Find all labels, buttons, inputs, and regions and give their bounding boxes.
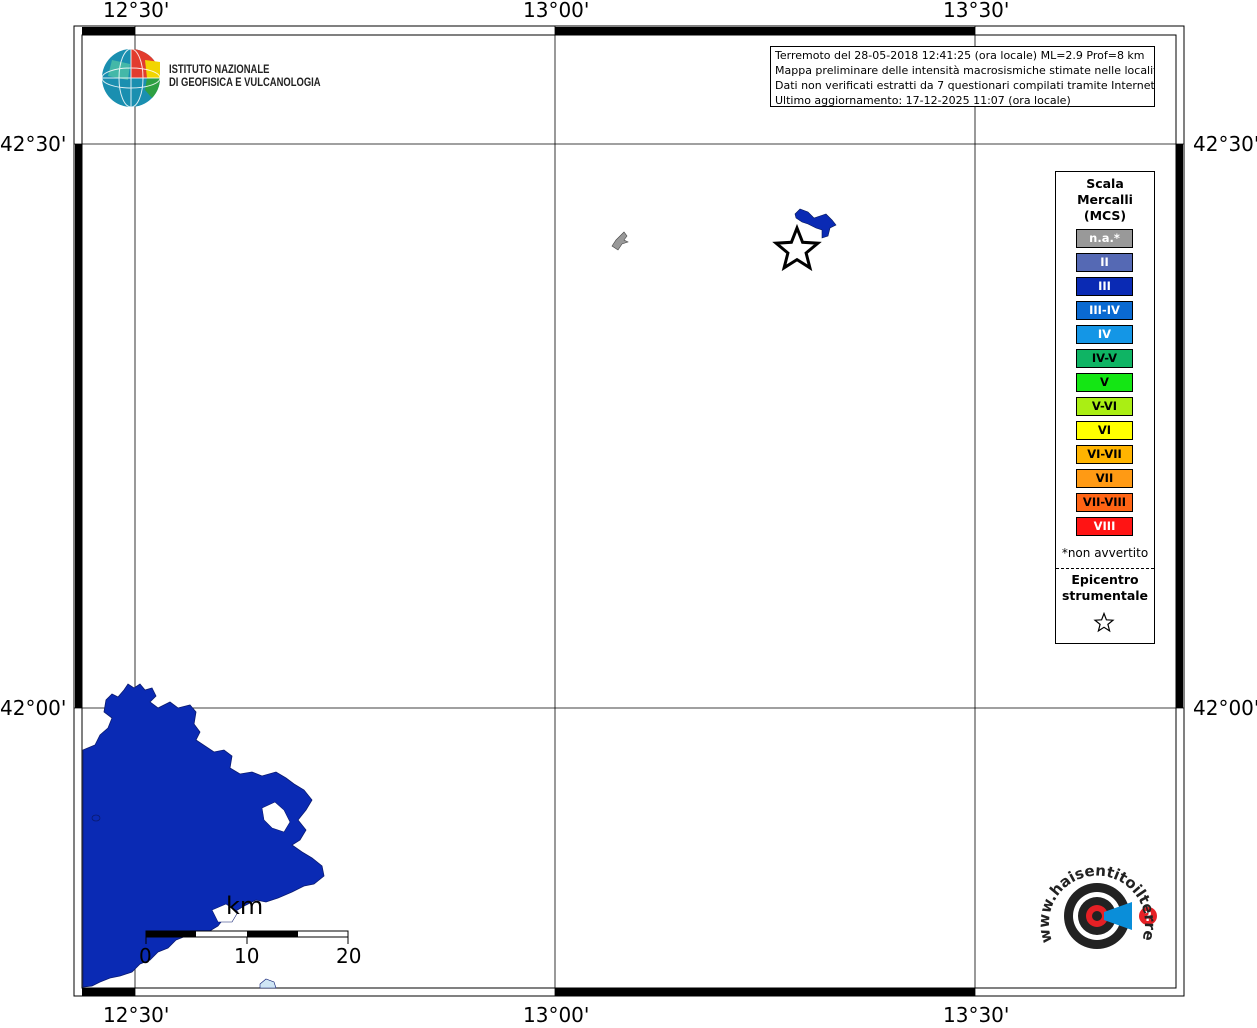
legend-item: V-VI: [1076, 397, 1133, 416]
scale-tick-label: 20: [336, 944, 362, 968]
legend-note: *non avvertito: [1061, 546, 1149, 560]
longitude-label-top: 12°30': [103, 0, 170, 22]
legend-item: VII: [1076, 469, 1133, 488]
frame-bar: [75, 144, 82, 708]
legend-title-line: (MCS): [1083, 208, 1127, 223]
longitude-label-bottom: 13°00': [523, 1003, 590, 1027]
ingv-logo-text: ISTITUTO NAZIONALE DI GEOFISICA E VULCAN…: [169, 64, 321, 90]
legend-title: Scala Mercalli (MCS): [1056, 176, 1154, 224]
latitude-label-left: 42°30': [0, 132, 67, 156]
event-info-line: Terremoto del 28-05-2018 12:41:25 (ora l…: [775, 49, 1145, 62]
scale-tick-label: 0: [139, 944, 152, 968]
frame-bar: [82, 988, 135, 996]
ingv-logo-line: DI GEOFISICA E VULCANOLOGIA: [169, 77, 321, 89]
event-info-line: Dati non verificati estratti da 7 questi…: [775, 79, 1155, 92]
latitude-label-right: 42°30': [1193, 132, 1257, 156]
frame-bar: [82, 27, 135, 35]
legend-title-line: Scala: [1086, 176, 1124, 191]
longitude-label-top: 13°30': [943, 0, 1010, 22]
legend-separator: [1056, 568, 1154, 569]
legend-item: n.a.*: [1076, 229, 1133, 248]
event-info-line: Mappa preliminare delle intensità macros…: [775, 64, 1155, 77]
longitude-label-bottom: 12°30': [103, 1003, 170, 1027]
legend-item: III: [1076, 277, 1133, 296]
legend-item: VII-VIII: [1076, 493, 1133, 512]
legend-item: VIII: [1076, 517, 1133, 536]
scale-tick-label: 10: [234, 944, 260, 968]
frame-bar: [1176, 144, 1183, 708]
scale-unit-label: km: [226, 892, 264, 920]
legend-item: III-IV: [1076, 301, 1133, 320]
legend-epicenter-line: strumentale: [1061, 588, 1149, 603]
legend-item: V: [1076, 373, 1133, 392]
frame-bar: [555, 988, 975, 996]
legend-title-line: Mercalli: [1077, 192, 1133, 207]
event-info-box: Terremoto del 28-05-2018 12:41:25 (ora l…: [770, 46, 1155, 107]
legend-star-icon: [1093, 612, 1115, 633]
longitude-label-bottom: 13°30': [943, 1003, 1010, 1027]
event-info-line: Ultimo aggiornamento: 17-12-2025 11:07 (…: [775, 94, 1071, 107]
mcs-legend: Scala Mercalli (MCS) n.a.* II III III-IV IV I…: [1055, 171, 1155, 644]
legend-item: IV: [1076, 325, 1133, 344]
latitude-label-left: 42°00': [0, 696, 67, 720]
ingv-globe-icon: [101, 48, 161, 108]
frame-bar: [555, 27, 975, 35]
longitude-label-top: 13°00': [523, 0, 590, 22]
ingv-logo-line: ISTITUTO NAZIONALE: [169, 64, 270, 76]
legend-epicenter-line: Epicentro: [1071, 572, 1139, 587]
legend-item: VI-VII: [1076, 445, 1133, 464]
latitude-label-right: 42°00': [1193, 696, 1257, 720]
legend-item: IV-V: [1076, 349, 1133, 368]
legend-epicenter-label: Epicentro strumentale: [1056, 572, 1154, 604]
legend-item: II: [1076, 253, 1133, 272]
legend-item: VI: [1076, 421, 1133, 440]
